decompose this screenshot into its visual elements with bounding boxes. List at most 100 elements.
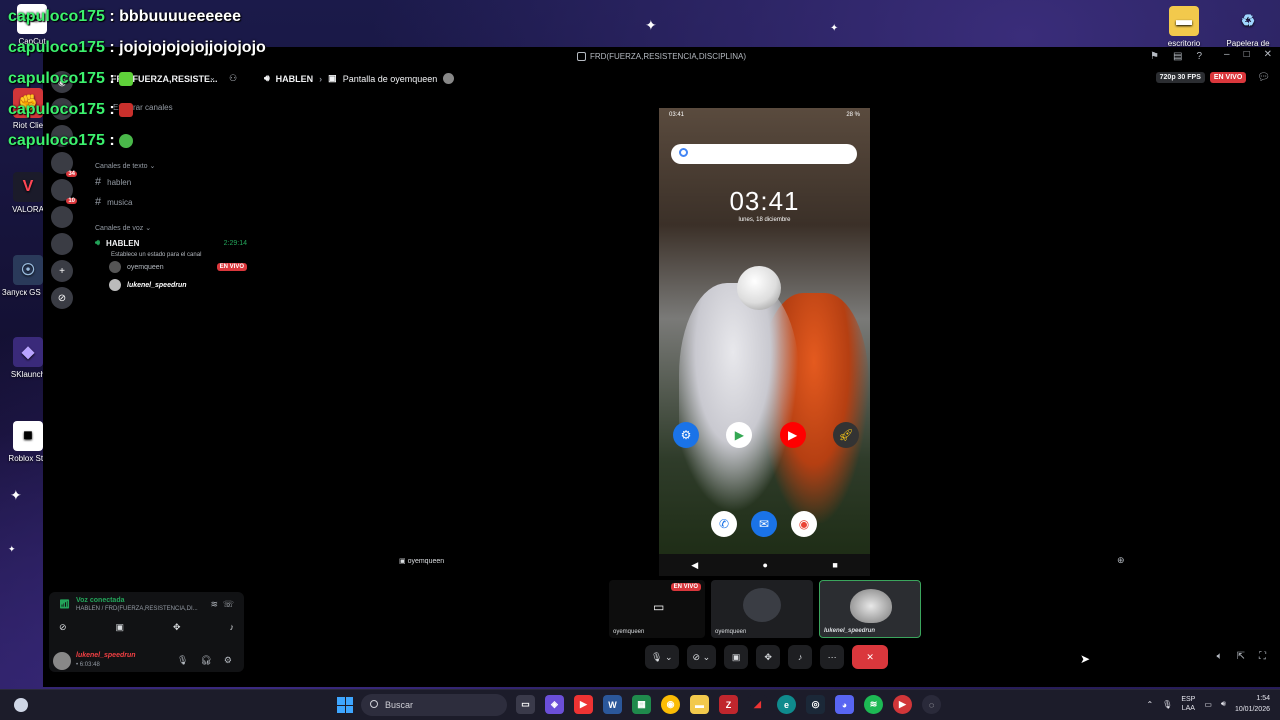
hashtag-icon: # [95,176,102,188]
window-controls: – □ ✕ [1224,49,1272,60]
clock[interactable]: 1:54 10/01/2026 [1235,693,1270,715]
participant-tile[interactable]: oyemqueen [711,580,813,638]
add-server-icon[interactable]: + [51,260,73,282]
app-logo-icon [576,51,586,61]
wallpaper-player [679,283,799,513]
chat-bubble-icon[interactable]: 💬︎ [1257,72,1270,83]
file-explorer-icon[interactable]: ▬ [690,695,709,714]
close-icon[interactable]: ✕ [1264,49,1272,60]
discover-icon[interactable]: ⊘ [51,287,73,309]
roblox-icon: ■ [13,421,43,451]
microphone-icon[interactable]: 🎙︎ [177,655,188,666]
noise-suppression-icon[interactable]: ≋ [210,599,218,610]
mouse-cursor-icon: ➤ [1080,652,1091,666]
leave-call-button[interactable]: ✕ [852,645,889,669]
fullscreen-icon[interactable]: ⛶ [1259,651,1266,662]
language-indicator[interactable]: ESP LAA [1181,695,1195,713]
messages-icon: ✉ [751,511,777,537]
flag-icon[interactable]: ⚑ [1150,51,1159,62]
emote-icon [119,133,134,148]
emote-icon [119,102,134,117]
discord-icon[interactable]: ◕ [835,695,854,714]
chevron-up-icon[interactable]: ⌃ [1146,700,1153,709]
chat-message: capuloco175 : [8,70,308,101]
call-controls: 🎙︎ ⌄ ⊘ ⌄ ▣ ✥ ♪ ⋯ ✕ [645,645,889,669]
search-icon [679,148,688,157]
separator: › [319,73,323,84]
maximize-icon[interactable]: □ [1244,49,1250,60]
voice-channel-hablen[interactable]: 🔊︎ HABLEN 2:29:14 [87,234,247,252]
camera-off-icon[interactable]: ⊘ [59,622,67,633]
top-toolbar: ⚑ ▤ ? [1150,51,1202,62]
server-icon[interactable] [51,206,73,228]
screen-share-button[interactable]: ▣ [724,645,749,669]
disconnect-icon[interactable]: ☏ [223,599,234,610]
back-icon: ◀ [691,559,699,570]
participant-tile[interactable]: lukenel_speedrun [819,580,921,638]
taskbar-search[interactable]: Buscar [361,694,507,716]
word-icon[interactable]: W [603,695,622,714]
chrome-icon: ◉ [791,511,817,537]
phone-date: lunes, 18 diciembre [738,217,791,223]
voice-member[interactable]: oyemqueen EN VIVO [87,258,247,276]
voice-timer: 2:29:14 [223,239,247,247]
inbox-icon[interactable]: ▤ [1173,51,1182,62]
settings-icon[interactable]: ⚙ [224,655,232,666]
camera-button[interactable]: ⊘ ⌄ [686,645,717,669]
signal-icon: 📶︎ [59,599,71,609]
widgets-icon[interactable] [14,698,28,712]
soundboard-button[interactable]: ♪ [788,645,813,669]
server-icon[interactable]: 10 [51,179,77,204]
screen-share-icon[interactable]: ▣ [116,622,125,633]
riot-icon[interactable]: ▶ [893,695,912,714]
voice-member[interactable]: lukenel_speedrun [87,276,247,294]
speaker-icon: 🔊︎ [95,238,101,247]
help-icon[interactable]: ? [1196,51,1202,62]
hashtag-icon: # [95,196,102,208]
activities-icon[interactable]: ✥ [173,622,181,633]
desktop-icon-folder[interactable]: ▬ escritorio [1156,6,1212,48]
streamer-avatar [443,73,455,84]
stream-video[interactable]: 03:41 28 % 03:41 lunes, 18 diciembre ⚙ ▶… [659,108,870,576]
more-button[interactable]: ⋯ [820,645,845,669]
start-button[interactable] [337,697,353,713]
system-tray: ⌃ 🎙︎ ESP LAA ▭ 🔊︎ 1:54 10/01/2026 [1146,693,1270,715]
settings-icon: ⚙ [673,422,699,448]
desktop-icon-recycle-bin[interactable]: ♻ Papelera de [1220,6,1276,48]
network-icon[interactable]: ▭ [1204,700,1212,709]
game-launcher-icon[interactable]: ◢ [748,695,767,714]
microphone-button[interactable]: 🎙︎ ⌄ [645,645,679,669]
minimize-icon[interactable]: – [1224,49,1230,60]
channel-hablen[interactable]: # hablen [87,172,247,192]
edge-icon[interactable]: e [777,695,796,714]
screen-icon: ▣ [328,73,337,83]
volume-icon[interactable]: 🔈︎ [1217,651,1223,662]
header-badges: 720p 30 FPS EN VIVO 💬︎ [1155,72,1270,83]
copilot-icon[interactable]: ◈ [545,695,564,714]
phone-search-bar [671,144,857,164]
youtube-icon[interactable]: ▶ [574,695,593,714]
notification-badge: 34 [66,171,77,177]
spotify-icon[interactable]: ≋ [864,695,883,714]
avatar[interactable] [53,652,71,670]
task-view-icon[interactable]: ▭ [516,695,535,714]
popout-icon[interactable]: ⇱ [1237,651,1245,662]
app-icon[interactable]: ◌ [922,695,941,714]
microphone-icon[interactable]: 🎙︎ [1162,700,1172,709]
chrome-icon[interactable]: ◉ [661,695,680,714]
volume-icon[interactable]: 🔊︎ [1221,699,1226,709]
phone-clock: 03:41 [729,186,800,216]
headphones-icon[interactable]: 🎧︎ [200,655,211,666]
soundboard-icon[interactable]: ♪ [229,622,234,633]
filezilla-icon[interactable]: Z [719,695,738,714]
steam-icon[interactable]: ◎ [806,695,825,714]
sheets-icon[interactable]: ▦ [632,695,651,714]
zoom-icon[interactable]: ⊕ [1117,555,1125,566]
category-voice[interactable]: Canales de voz ⌄ [87,218,247,234]
participant-tile[interactable]: EN VIVO ▭ oyemqueen [609,580,705,638]
activities-button[interactable]: ✥ [756,645,781,669]
live-badge: EN VIVO [1209,72,1247,83]
star-decoration: ✦ [830,23,839,34]
channel-musica[interactable]: # musica [87,192,247,212]
server-icon[interactable] [51,233,73,255]
